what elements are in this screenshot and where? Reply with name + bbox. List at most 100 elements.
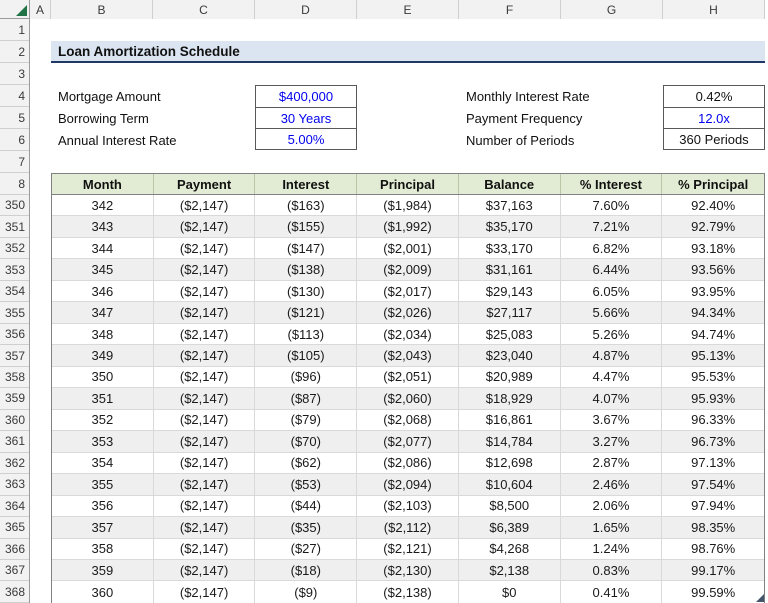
- cell[interactable]: ($35): [255, 517, 357, 537]
- cell[interactable]: 97.54%: [662, 474, 764, 494]
- cell[interactable]: $10,604: [459, 474, 561, 494]
- cell[interactable]: ($2,147): [154, 367, 256, 387]
- cell[interactable]: ($2,147): [154, 539, 256, 559]
- label-annual-interest-rate[interactable]: Annual Interest Rate: [51, 129, 255, 151]
- cell[interactable]: ($2,147): [154, 259, 256, 279]
- row-header-367[interactable]: 367: [0, 560, 29, 581]
- cell[interactable]: ($2,147): [154, 324, 256, 344]
- cell[interactable]: 1.65%: [561, 517, 663, 537]
- cell[interactable]: $0: [459, 581, 561, 602]
- cell[interactable]: 4.07%: [561, 388, 663, 408]
- cell[interactable]: 0.83%: [561, 560, 663, 580]
- cell[interactable]: ($18): [255, 560, 357, 580]
- row-header-351[interactable]: 351: [0, 216, 29, 237]
- row-header-360[interactable]: 360: [0, 410, 29, 431]
- cell[interactable]: $18,929: [459, 388, 561, 408]
- cell[interactable]: ($2,017): [357, 281, 459, 301]
- label-borrowing-term[interactable]: Borrowing Term: [51, 107, 255, 129]
- select-all-button[interactable]: [0, 0, 30, 19]
- cell[interactable]: ($121): [255, 302, 357, 322]
- cell[interactable]: 4.87%: [561, 345, 663, 365]
- cell[interactable]: 93.18%: [662, 238, 764, 258]
- row-header-361[interactable]: 361: [0, 431, 29, 452]
- cell[interactable]: 97.94%: [662, 496, 764, 516]
- cell[interactable]: 348: [52, 324, 154, 344]
- cell[interactable]: 354: [52, 453, 154, 473]
- cell[interactable]: 345: [52, 259, 154, 279]
- cell[interactable]: $25,083: [459, 324, 561, 344]
- cell[interactable]: ($2,086): [357, 453, 459, 473]
- input-borrowing-term[interactable]: 30 Years: [256, 107, 356, 128]
- cell[interactable]: 3.27%: [561, 431, 663, 451]
- cell[interactable]: 2.46%: [561, 474, 663, 494]
- cell[interactable]: ($138): [255, 259, 357, 279]
- input-mortgage-amount[interactable]: $400,000: [256, 86, 356, 107]
- cell[interactable]: ($113): [255, 324, 357, 344]
- cell[interactable]: ($27): [255, 539, 357, 559]
- cell[interactable]: ($2,009): [357, 259, 459, 279]
- row-header-8[interactable]: 8: [0, 173, 29, 195]
- cell[interactable]: 349: [52, 345, 154, 365]
- cell[interactable]: ($2,147): [154, 302, 256, 322]
- row-header-5[interactable]: 5: [0, 107, 29, 129]
- cell[interactable]: 96.73%: [662, 431, 764, 451]
- cell[interactable]: $37,163: [459, 195, 561, 215]
- cell[interactable]: ($1,992): [357, 216, 459, 236]
- row-header-368[interactable]: 368: [0, 581, 29, 602]
- table-header-principal[interactable]: Principal: [357, 174, 459, 194]
- cell[interactable]: 98.35%: [662, 517, 764, 537]
- cell[interactable]: 94.34%: [662, 302, 764, 322]
- cell[interactable]: 358: [52, 539, 154, 559]
- cell[interactable]: 360: [52, 581, 154, 602]
- row-header-359[interactable]: 359: [0, 388, 29, 409]
- cell[interactable]: 346: [52, 281, 154, 301]
- cell[interactable]: $23,040: [459, 345, 561, 365]
- column-header-D[interactable]: D: [255, 0, 357, 19]
- cell[interactable]: ($2,068): [357, 410, 459, 430]
- cell[interactable]: ($2,147): [154, 560, 256, 580]
- row-header-6[interactable]: 6: [0, 129, 29, 151]
- cell[interactable]: ($2,026): [357, 302, 459, 322]
- cell[interactable]: ($2,147): [154, 388, 256, 408]
- row-header-353[interactable]: 353: [0, 259, 29, 280]
- cell[interactable]: 92.79%: [662, 216, 764, 236]
- cell[interactable]: ($70): [255, 431, 357, 451]
- row-header-1[interactable]: 1: [0, 19, 29, 41]
- cell[interactable]: ($2,121): [357, 539, 459, 559]
- cell[interactable]: ($2,077): [357, 431, 459, 451]
- cell[interactable]: ($147): [255, 238, 357, 258]
- cell[interactable]: ($163): [255, 195, 357, 215]
- cell[interactable]: 353: [52, 431, 154, 451]
- cell[interactable]: ($2,060): [357, 388, 459, 408]
- table-header-payment[interactable]: Payment: [154, 174, 256, 194]
- cell[interactable]: $4,268: [459, 539, 561, 559]
- label-monthly-interest-rate[interactable]: Monthly Interest Rate: [459, 85, 663, 107]
- cell[interactable]: 95.13%: [662, 345, 764, 365]
- cell[interactable]: 7.60%: [561, 195, 663, 215]
- cell[interactable]: ($1,984): [357, 195, 459, 215]
- range-corner-handle-icon[interactable]: [756, 594, 764, 602]
- cell[interactable]: ($87): [255, 388, 357, 408]
- row-header-2[interactable]: 2: [0, 41, 29, 63]
- cell[interactable]: 6.82%: [561, 238, 663, 258]
- cell[interactable]: 95.53%: [662, 367, 764, 387]
- row-header-363[interactable]: 363: [0, 474, 29, 495]
- cell[interactable]: 347: [52, 302, 154, 322]
- cell[interactable]: ($2,147): [154, 216, 256, 236]
- cell[interactable]: $31,161: [459, 259, 561, 279]
- cell[interactable]: 7.21%: [561, 216, 663, 236]
- cell[interactable]: ($130): [255, 281, 357, 301]
- cell[interactable]: 6.44%: [561, 259, 663, 279]
- cell[interactable]: ($2,138): [357, 581, 459, 602]
- row-header-364[interactable]: 364: [0, 496, 29, 517]
- cell[interactable]: ($2,112): [357, 517, 459, 537]
- cell[interactable]: ($2,147): [154, 474, 256, 494]
- cell[interactable]: ($79): [255, 410, 357, 430]
- cell[interactable]: $27,117: [459, 302, 561, 322]
- cell[interactable]: 6.05%: [561, 281, 663, 301]
- row-header-354[interactable]: 354: [0, 281, 29, 302]
- cell[interactable]: ($155): [255, 216, 357, 236]
- cell[interactable]: ($96): [255, 367, 357, 387]
- cell[interactable]: 355: [52, 474, 154, 494]
- cell[interactable]: 3.67%: [561, 410, 663, 430]
